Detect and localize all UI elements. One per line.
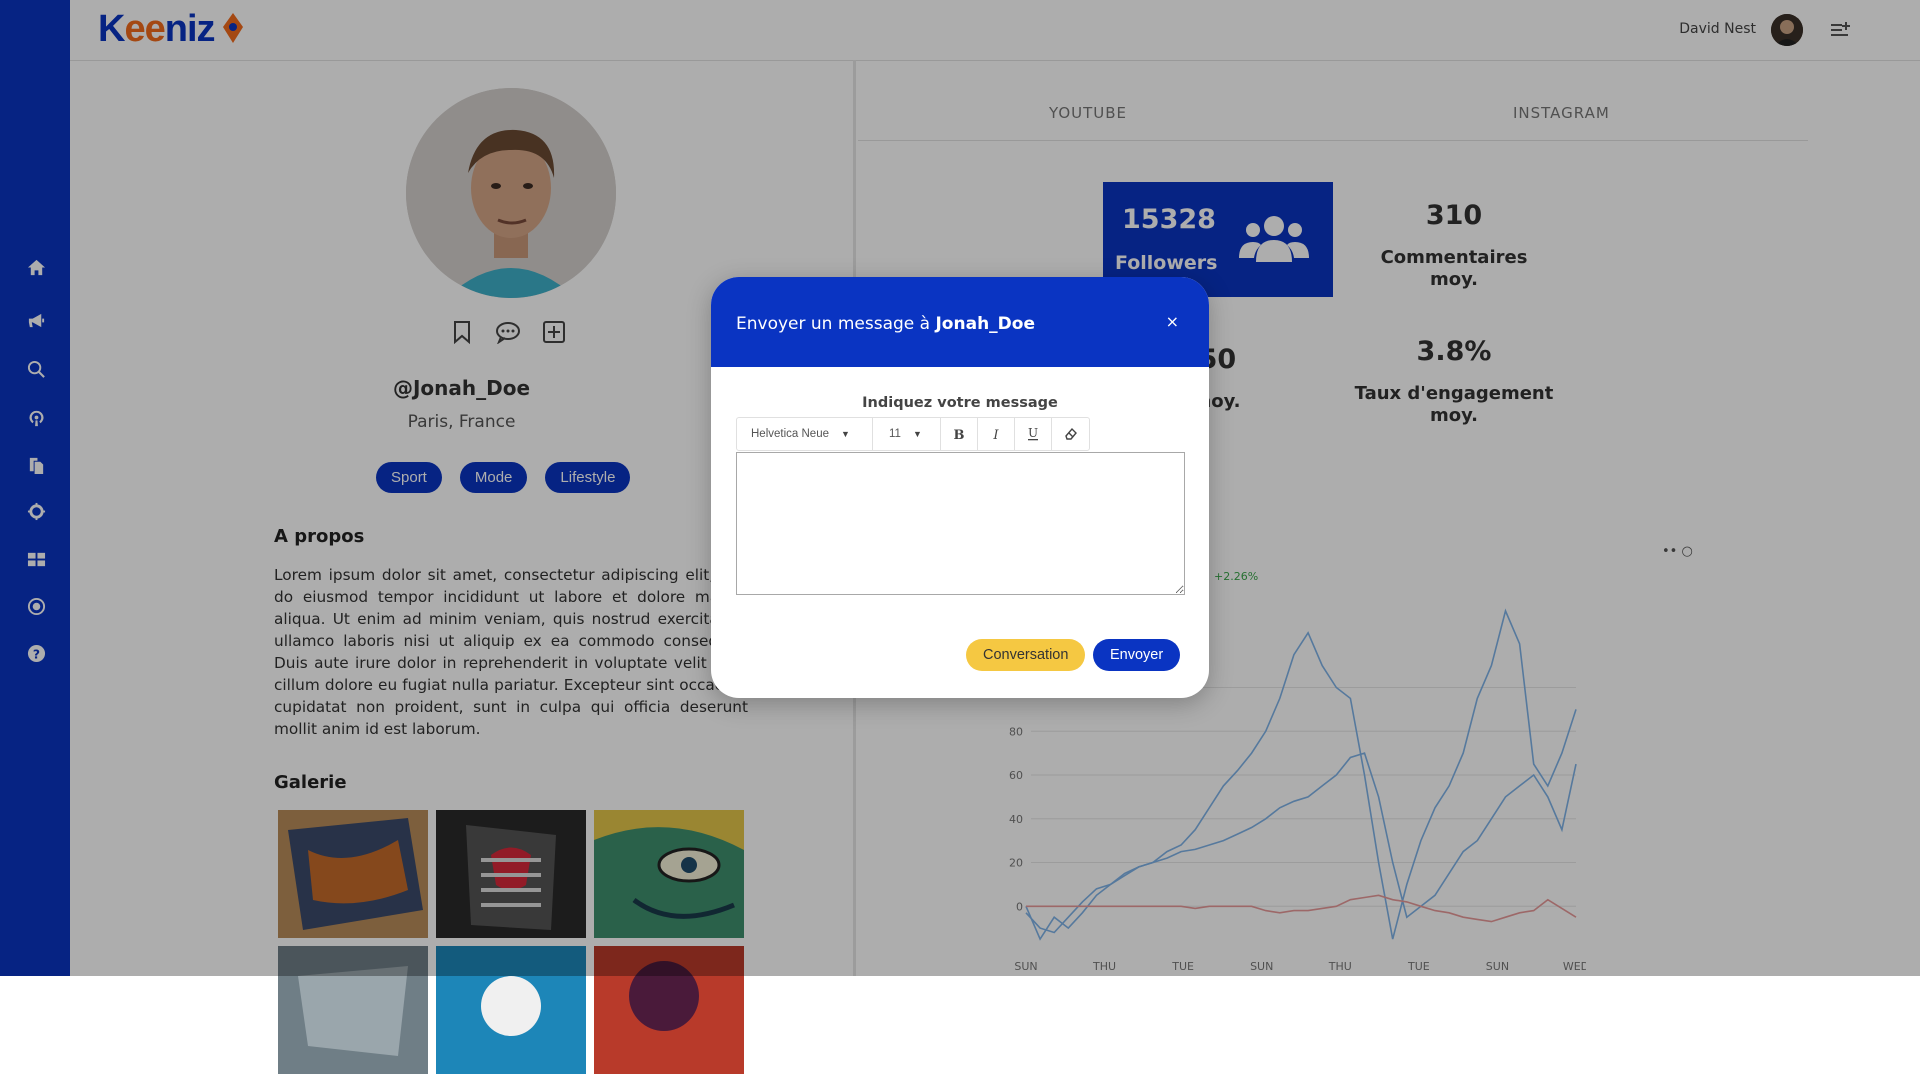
font-size-value: 11 xyxy=(889,428,901,440)
send-button[interactable]: Envoyer xyxy=(1093,639,1181,671)
modal-title: Envoyer un message à Jonah_Doe xyxy=(736,314,1035,334)
chevron-down-icon: ▼ xyxy=(840,429,850,439)
underline-button[interactable]: U xyxy=(1015,418,1052,450)
font-size-select[interactable]: 11 ▼ xyxy=(873,418,941,450)
font-family-value: Helvetica Neue xyxy=(751,428,829,440)
font-family-select[interactable]: Helvetica Neue ▼ xyxy=(737,418,873,450)
eraser-icon[interactable] xyxy=(1052,418,1089,450)
message-modal: Envoyer un message à Jonah_Doe × Indique… xyxy=(711,277,1209,698)
conversation-button[interactable]: Conversation xyxy=(966,639,1086,671)
svg-text:U: U xyxy=(1028,426,1038,440)
modal-header: Envoyer un message à Jonah_Doe × xyxy=(711,277,1209,367)
modal-title-user: Jonah_Doe xyxy=(935,314,1035,334)
message-input[interactable] xyxy=(736,452,1185,595)
bold-button[interactable]: B xyxy=(941,418,978,450)
close-button[interactable]: × xyxy=(1166,312,1179,331)
chevron-down-icon: ▼ xyxy=(912,429,922,439)
italic-button[interactable]: I xyxy=(978,418,1015,450)
editor-toolbar: Helvetica Neue ▼ 11 ▼ B I U xyxy=(736,417,1090,451)
message-label: Indiquez votre message xyxy=(862,395,1058,411)
modal-title-prefix: Envoyer un message à xyxy=(736,314,931,334)
svg-text:B: B xyxy=(954,428,965,441)
svg-text:I: I xyxy=(992,428,999,441)
